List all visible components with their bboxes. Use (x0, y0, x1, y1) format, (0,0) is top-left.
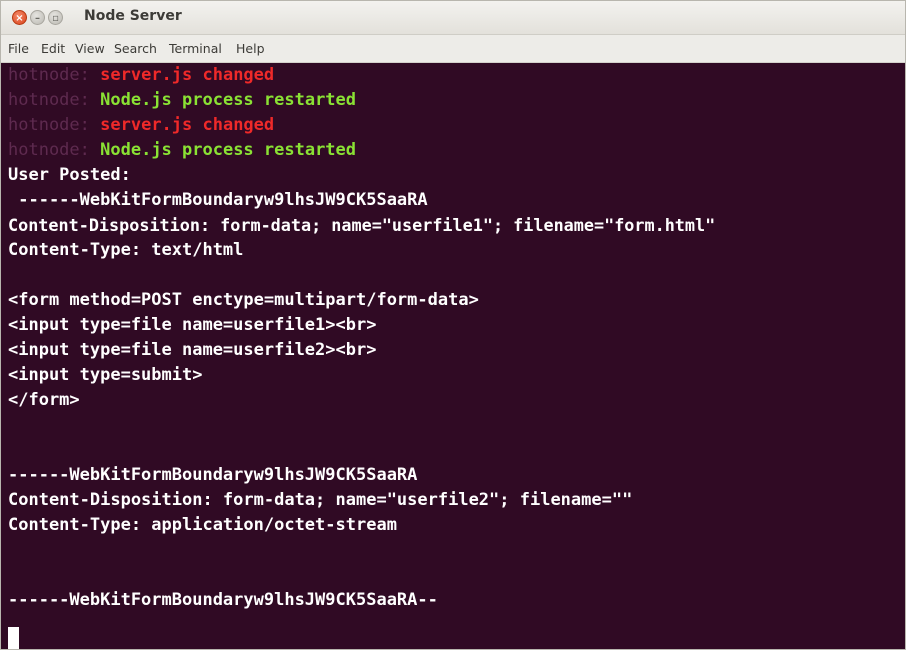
terminal-line: <form method=POST enctype=multipart/form… (8, 290, 479, 310)
log-message: server.js changed (100, 115, 275, 135)
terminal-line: ------WebKitFormBoundaryw9lhsJW9CK5SaaRA (8, 465, 418, 485)
terminal-line: Content-Disposition: form-data; name="us… (8, 490, 633, 510)
window-title: Node Server (84, 8, 182, 24)
terminal-line: Content-Type: application/octet-stream (8, 515, 397, 535)
menu-terminal[interactable]: Terminal (169, 41, 222, 56)
menu-file[interactable]: File (8, 41, 29, 56)
menu-edit[interactable]: Edit (41, 41, 65, 56)
terminal-log-line: hotnode: server.js changed (8, 113, 274, 138)
minimize-icon[interactable]: – (30, 10, 45, 25)
log-message: Node.js process restarted (100, 90, 357, 110)
terminal-line: Content-Type: text/html (8, 240, 244, 260)
terminal-log-line: hotnode: server.js changed (8, 63, 274, 88)
terminal-window: × – ▫ Node Server File Edit View Search … (0, 0, 906, 650)
close-icon[interactable]: × (12, 10, 27, 25)
terminal-line: Content-Disposition: form-data; name="us… (8, 215, 716, 235)
menu-view[interactable]: View (75, 41, 105, 56)
log-prefix: hotnode: (8, 90, 90, 110)
log-message: Node.js process restarted (100, 140, 357, 160)
log-message: server.js changed (100, 65, 275, 85)
terminal-log-line: hotnode: Node.js process restarted (8, 88, 356, 113)
terminal-line: ------WebKitFormBoundaryw9lhsJW9CK5SaaRA (8, 190, 428, 210)
terminal-cursor (8, 627, 19, 649)
terminal-line: </form> (8, 390, 80, 410)
menu-search[interactable]: Search (114, 41, 157, 56)
terminal-line: <input type=file name=userfile1><br> (8, 315, 377, 335)
terminal-line: ------WebKitFormBoundaryw9lhsJW9CK5SaaRA… (8, 590, 438, 610)
title-bar[interactable]: × – ▫ Node Server (1, 1, 905, 35)
terminal-log-line: hotnode: Node.js process restarted (8, 138, 356, 163)
log-prefix: hotnode: (8, 140, 90, 160)
terminal-output[interactable]: hotnode: server.js changed hotnode: Node… (1, 63, 905, 649)
maximize-icon[interactable]: ▫ (48, 10, 63, 25)
log-prefix: hotnode: (8, 65, 90, 85)
terminal-line: <input type=file name=userfile2><br> (8, 340, 377, 360)
log-prefix: hotnode: (8, 115, 90, 135)
terminal-line: <input type=submit> (8, 365, 203, 385)
menu-help[interactable]: Help (236, 41, 265, 56)
menu-bar: File Edit View Search Terminal Help (1, 35, 905, 63)
terminal-line: User Posted: (8, 165, 131, 185)
